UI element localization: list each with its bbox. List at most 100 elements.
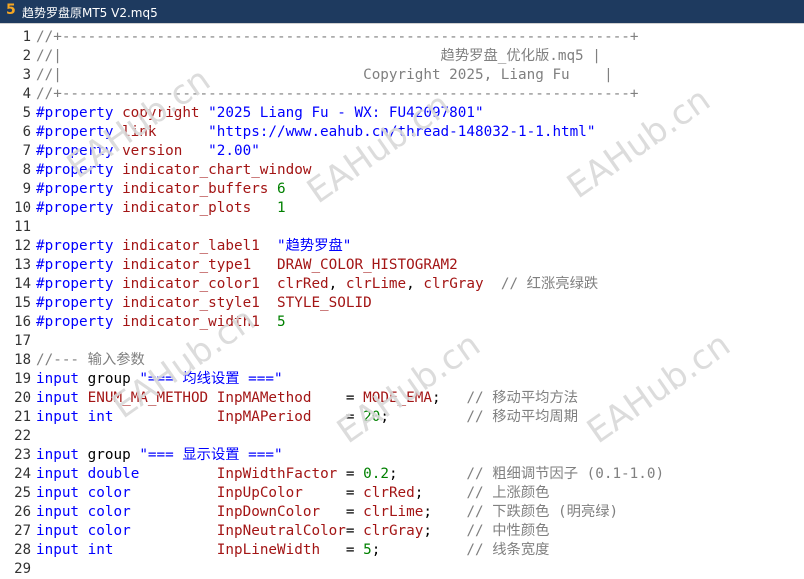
code-line[interactable]: 15 #property indicator_style1 STYLE_SOLID: [0, 294, 804, 313]
code-line[interactable]: 21 input int InpMAPeriod = 20; // 移动平均周期: [0, 408, 804, 427]
code-token: group: [79, 447, 140, 463]
line-number: 21: [14, 409, 31, 425]
code-token: #property: [36, 143, 114, 159]
line-number: 25: [14, 485, 31, 501]
code-token: ;: [371, 542, 467, 558]
code-token: ,: [328, 276, 346, 292]
code-token: //| Copyright 2025, Liang Fu |: [36, 67, 613, 83]
code-line[interactable]: 29: [0, 560, 804, 579]
line-number: 28: [14, 542, 31, 558]
code-token: InpDownColor: [216, 504, 346, 520]
line-number: 16: [14, 314, 31, 330]
line-number: 3: [22, 67, 31, 83]
code-line[interactable]: 27 input color InpNeutralColor= clrGray; …: [0, 522, 804, 541]
code-token: 0.2: [363, 466, 389, 482]
code-line[interactable]: 24 input double InpWidthFactor = 0.2; // …: [0, 465, 804, 484]
code-token: =: [345, 390, 364, 406]
code-token: // 移动平均方法: [466, 390, 579, 406]
code-token: "=== 均线设置 ===": [139, 371, 283, 387]
code-line[interactable]: 22: [0, 427, 804, 446]
line-number: 8: [22, 162, 31, 178]
code-token: =: [345, 466, 364, 482]
code-token: ;: [432, 390, 467, 406]
code-line[interactable]: 3 //| Copyright 2025, Liang Fu |: [0, 66, 804, 85]
code-token: clrLime: [363, 504, 424, 520]
line-number: 2: [22, 48, 31, 64]
code-line[interactable]: 5 #property copyright "2025 Liang Fu - WX…: [0, 104, 804, 123]
tab-number: 5: [6, 2, 16, 18]
code-text: #property indicator_width1 5: [36, 313, 286, 332]
code-token: // 上涨颜色: [466, 485, 550, 501]
code-token: STYLE_SOLID: [277, 295, 372, 311]
line-number: 4: [22, 86, 31, 102]
code-line[interactable]: 8 #property indicator_chart_window: [0, 161, 804, 180]
code-token: clrLime: [345, 276, 407, 292]
code-text: //| 趋势罗盘_优化版.mq5 |: [36, 47, 601, 66]
code-token: =: [345, 523, 364, 539]
code-line[interactable]: 1 //+------------------------------------…: [0, 28, 804, 47]
code-line[interactable]: 25 input color InpUpColor = clrRed; // 上涨…: [0, 484, 804, 503]
code-line[interactable]: 17: [0, 332, 804, 351]
line-number: 29: [14, 561, 31, 577]
line-number: 11: [14, 219, 31, 235]
line-number: 17: [14, 333, 31, 349]
code-token: MODE_EMA: [363, 390, 432, 406]
code-token: indicator_color1: [113, 276, 278, 292]
code-token: indicator_chart_window: [113, 162, 312, 178]
code-line[interactable]: 26 input color InpDownColor = clrLime; //…: [0, 503, 804, 522]
code-line[interactable]: 14 #property indicator_color1 clrRed, clr…: [0, 275, 804, 294]
code-line[interactable]: 23 input group "=== 显示设置 ===": [0, 446, 804, 465]
code-token: InpMAMethod: [216, 390, 346, 406]
code-token: ,: [406, 276, 424, 292]
code-token: indicator_buffers: [113, 181, 278, 197]
code-text: input int InpMAPeriod = 20; // 移动平均周期: [36, 408, 578, 427]
code-line[interactable]: 16 #property indicator_width1 5: [0, 313, 804, 332]
code-token: #property: [36, 257, 114, 273]
code-token: ;: [388, 466, 467, 482]
code-token: input: [36, 390, 80, 406]
code-line[interactable]: 11: [0, 218, 804, 237]
code-token: indicator_type1: [113, 257, 278, 273]
code-line[interactable]: 28 input int InpLineWidth = 5; // 线条宽度: [0, 541, 804, 560]
code-line[interactable]: 6 #property link "https://www.eahub.cn/th…: [0, 123, 804, 142]
code-token: 1: [277, 200, 286, 216]
editor-tab-bar: 5 趋势罗盘原MT5 V2.mq5: [0, 0, 804, 24]
code-line[interactable]: 18 //--- 输入参数: [0, 351, 804, 370]
code-token: // 粗细调节因子 (0.1-1.0): [466, 466, 665, 482]
code-line[interactable]: 12 #property indicator_label1 "趋势罗盘": [0, 237, 804, 256]
code-line[interactable]: 20 input ENUM_MA_METHOD InpMAMethod = MOD…: [0, 389, 804, 408]
code-line[interactable]: 13 #property indicator_type1 DRAW_COLOR_H…: [0, 256, 804, 275]
code-text: //+-------------------------------------…: [36, 85, 639, 104]
line-number: 13: [14, 257, 31, 273]
code-token: #property: [36, 238, 114, 254]
code-token: clrRed: [277, 276, 329, 292]
code-text: #property copyright "2025 Liang Fu - WX:…: [36, 104, 484, 123]
line-number: 20: [14, 390, 31, 406]
code-token: //+-------------------------------------…: [36, 29, 639, 45]
code-token: input: [36, 466, 80, 482]
code-line[interactable]: 4 //+------------------------------------…: [0, 85, 804, 104]
code-line[interactable]: 9 #property indicator_buffers 6: [0, 180, 804, 199]
code-token: ;: [423, 523, 467, 539]
code-token: input: [36, 409, 80, 425]
code-line[interactable]: 10 #property indicator_plots 1: [0, 199, 804, 218]
code-text: #property indicator_plots 1: [36, 199, 286, 218]
file-tab-title[interactable]: 趋势罗盘原MT5 V2.mq5: [22, 4, 158, 21]
line-number: 7: [22, 143, 31, 159]
code-line[interactable]: 7 #property version "2.00": [0, 142, 804, 161]
code-text: input int InpLineWidth = 5; // 线条宽度: [36, 541, 549, 560]
code-token: 20: [363, 409, 381, 425]
code-token: color: [79, 485, 217, 501]
code-text: input color InpUpColor = clrRed; // 上涨颜色: [36, 484, 549, 503]
code-editor[interactable]: 1 //+------------------------------------…: [0, 24, 804, 577]
line-number: 12: [14, 238, 31, 254]
code-token: int: [79, 409, 217, 425]
line-number: 1: [22, 29, 31, 45]
code-text: #property indicator_buffers 6: [36, 180, 286, 199]
code-line[interactable]: 19 input group "=== 均线设置 ===": [0, 370, 804, 389]
code-token: link: [113, 124, 209, 140]
code-token: 6: [277, 181, 286, 197]
code-line[interactable]: 2 //| 趋势罗盘_优化版.mq5 |: [0, 47, 804, 66]
code-token: InpUpColor: [216, 485, 346, 501]
code-token: #property: [36, 200, 114, 216]
